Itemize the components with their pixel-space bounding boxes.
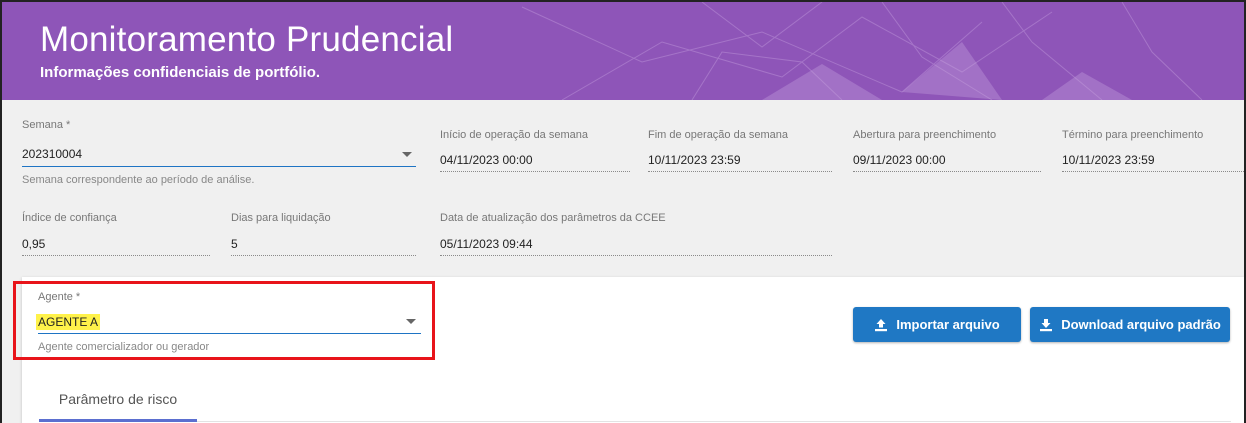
termino-preenchimento-value: 10/11/2023 23:59 bbox=[1062, 153, 1155, 167]
importar-arquivo-button[interactable]: Importar arquivo bbox=[853, 307, 1021, 342]
abertura-preenchimento-label: Abertura para preenchimento bbox=[853, 129, 997, 141]
semana-underline bbox=[22, 166, 416, 167]
inicio-operacao-value: 04/11/2023 00:00 bbox=[440, 153, 533, 167]
data-atualizacao-underline bbox=[440, 255, 832, 256]
page-title: Monitoramento Prudencial bbox=[40, 20, 454, 59]
download-arquivo-padrao-label: Download arquivo padrão bbox=[1061, 317, 1221, 332]
download-icon bbox=[1040, 318, 1053, 331]
highlight-annotation-box bbox=[13, 281, 435, 360]
inicio-operacao-label: Início de operação da semana bbox=[440, 129, 588, 141]
header-banner: Monitoramento Prudencial Informações con… bbox=[2, 2, 1244, 100]
semana-hint: Semana correspondente ao período de anál… bbox=[22, 174, 255, 186]
inicio-operacao-underline bbox=[440, 171, 630, 172]
termino-preenchimento-label: Término para preenchimento bbox=[1062, 129, 1204, 141]
importar-arquivo-label: Importar arquivo bbox=[896, 317, 1000, 332]
semana-label: Semana * bbox=[22, 119, 71, 131]
data-atualizacao-label: Data de atualização dos parâmetros da CC… bbox=[440, 212, 666, 224]
download-arquivo-padrao-button[interactable]: Download arquivo padrão bbox=[1030, 307, 1230, 342]
termino-preenchimento-underline bbox=[1062, 171, 1244, 172]
semana-select[interactable]: Semana * bbox=[22, 119, 70, 131]
tab-parametro-de-risco[interactable]: Parâmetro de risco bbox=[39, 380, 197, 420]
active-tab-indicator bbox=[39, 419, 197, 422]
upload-icon bbox=[875, 318, 888, 331]
page: Monitoramento Prudencial Informações con… bbox=[0, 0, 1246, 423]
fim-operacao-underline bbox=[648, 171, 832, 172]
semana-value[interactable]: 202310004 bbox=[22, 147, 82, 161]
indice-confianca-value: 0,95 bbox=[22, 237, 46, 251]
fim-operacao-value: 10/11/2023 23:59 bbox=[648, 153, 741, 167]
indice-confianca-underline bbox=[22, 255, 210, 256]
dias-liquidacao-underline bbox=[231, 255, 416, 256]
dias-liquidacao-label: Dias para liquidação bbox=[231, 212, 331, 224]
page-subtitle: Informações confidenciais de portfólio. bbox=[40, 64, 321, 81]
abertura-preenchimento-value: 09/11/2023 00:00 bbox=[853, 153, 946, 167]
tab-bar-divider bbox=[39, 421, 1231, 422]
data-atualizacao-value: 05/11/2023 09:44 bbox=[440, 237, 533, 251]
fim-operacao-label: Fim de operação da semana bbox=[648, 129, 789, 141]
abertura-preenchimento-underline bbox=[853, 171, 1041, 172]
dias-liquidacao-value: 5 bbox=[231, 237, 238, 251]
caret-down-icon[interactable] bbox=[402, 152, 412, 157]
indice-confianca-label: Índice de confiança bbox=[22, 212, 117, 224]
